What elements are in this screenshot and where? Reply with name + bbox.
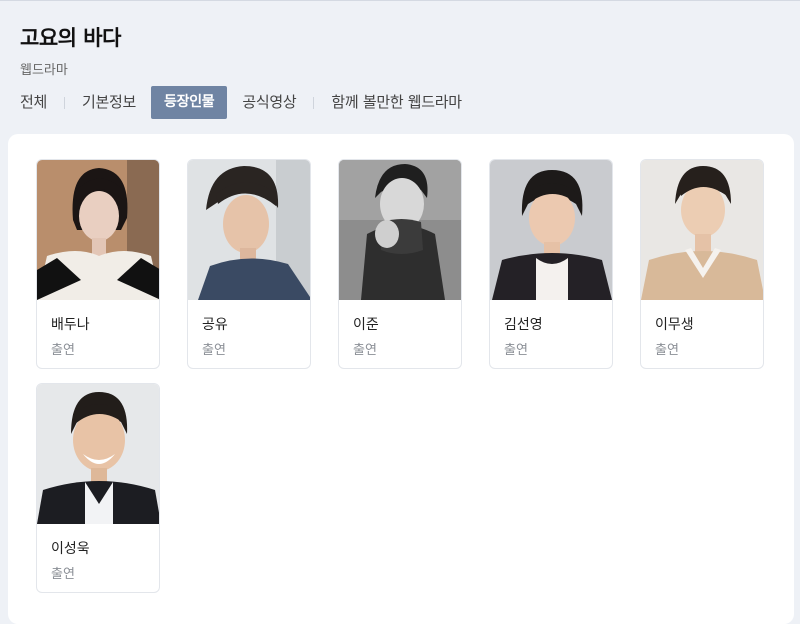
cast-photo xyxy=(37,384,159,524)
tab-bar: 전체 기본정보 등장인물 공식영상 함께 볼만한 웹드라마 xyxy=(20,86,462,119)
cast-role: 출연 xyxy=(504,343,528,358)
cast-name: 이성욱 xyxy=(51,541,90,557)
cast-card[interactable]: 이준 출연 xyxy=(338,159,462,369)
cast-photo xyxy=(490,160,612,300)
cast-role: 출연 xyxy=(202,343,226,358)
tab-official-videos[interactable]: 공식영상 xyxy=(242,86,296,119)
tab-divider xyxy=(313,96,315,109)
cast-role: 출연 xyxy=(51,343,75,358)
cast-panel: 배두나 출연 공유 출연 이준 출연 김선영 출연 이무생 출연 이성욱 출연 xyxy=(8,134,794,624)
cast-photo xyxy=(339,160,461,300)
cast-photo xyxy=(37,160,159,300)
cast-name: 이준 xyxy=(353,317,379,333)
cast-role: 출연 xyxy=(51,567,75,582)
tab-basic-info[interactable]: 기본정보 xyxy=(82,86,136,119)
tab-recommended[interactable]: 함께 볼만한 웹드라마 xyxy=(331,86,462,119)
cast-card[interactable]: 이성욱 출연 xyxy=(36,383,160,593)
cast-photo xyxy=(188,160,310,300)
cast-card[interactable]: 이무생 출연 xyxy=(640,159,764,369)
cast-card[interactable]: 배두나 출연 xyxy=(36,159,160,369)
cast-photo xyxy=(641,160,763,300)
tab-cast[interactable]: 등장인물 xyxy=(151,86,228,119)
tab-all[interactable]: 전체 xyxy=(20,86,47,119)
cast-card[interactable]: 공유 출연 xyxy=(187,159,311,369)
page-category: 웹드라마 xyxy=(20,63,68,78)
cast-name: 김선영 xyxy=(504,317,543,333)
cast-name: 배두나 xyxy=(51,317,90,333)
tab-divider xyxy=(64,96,66,109)
cast-name: 공유 xyxy=(202,317,228,333)
cast-role: 출연 xyxy=(353,343,377,358)
cast-name: 이무생 xyxy=(655,317,694,333)
top-divider xyxy=(0,0,800,1)
page-title: 고요의 바다 xyxy=(20,26,121,50)
cast-card[interactable]: 김선영 출연 xyxy=(489,159,613,369)
cast-role: 출연 xyxy=(655,343,679,358)
